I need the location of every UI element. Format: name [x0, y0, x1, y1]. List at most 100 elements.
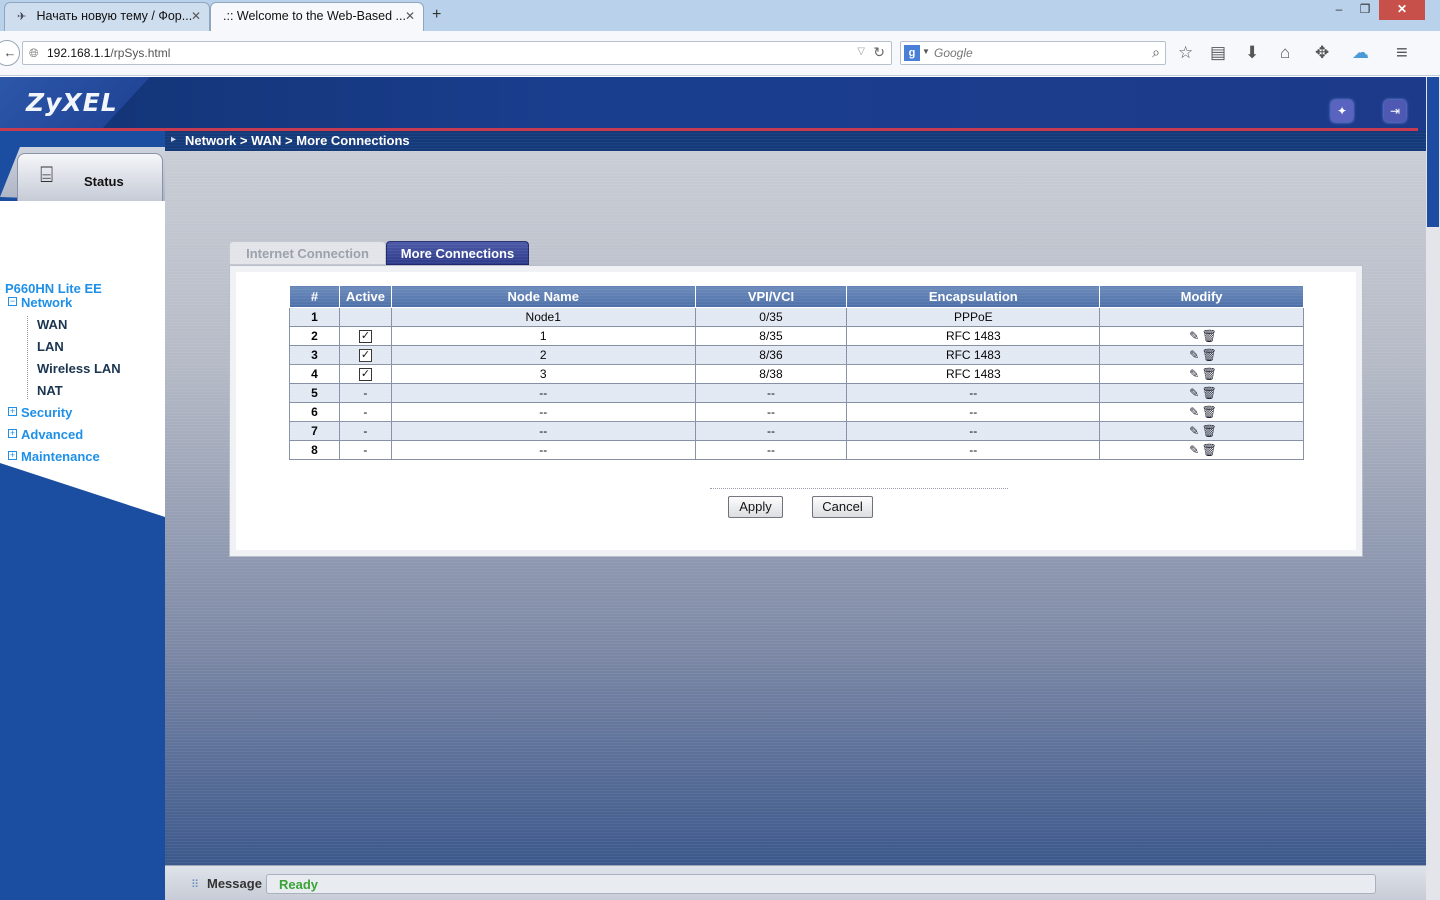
edit-icon[interactable]: ✎	[1187, 405, 1202, 419]
engine-dropdown-icon[interactable]: ▼	[922, 47, 930, 56]
node-name-cell: --	[390, 402, 696, 422]
sidebar-item-network[interactable]: Network	[21, 295, 72, 310]
table-row: 7- -- -- -- ✎ 🗑︎	[289, 421, 1304, 441]
search-input[interactable]: Google	[934, 46, 973, 60]
sidebar-item-wan[interactable]: WAN	[37, 317, 67, 332]
delete-icon[interactable]: 🗑︎	[1202, 367, 1217, 381]
delete-icon[interactable]: 🗑︎	[1202, 329, 1217, 343]
minimize-button[interactable]: –	[1325, 0, 1353, 20]
status-button[interactable]: ⌸ Status	[17, 153, 163, 203]
router-page: ZyXEL ✦ ⇥ ▸ Network > WAN > More Connect…	[0, 77, 1440, 900]
bookmarks-list-icon[interactable]: ▤	[1210, 43, 1226, 63]
encapsulation-cell: RFC 1483	[846, 364, 1101, 384]
browser-tab-bar: ✈ Начать новую тему / Фор... ✕ .:: Welco…	[0, 0, 1440, 31]
bookmark-star-icon[interactable]: ☆	[1178, 43, 1193, 63]
vpi-vci-cell: --	[694, 440, 848, 460]
active-cell	[338, 307, 392, 327]
modify-cell: ✎ 🗑︎	[1099, 383, 1304, 403]
search-icon[interactable]: ⌕	[1152, 44, 1160, 61]
edit-icon[interactable]: ✎	[1187, 443, 1202, 457]
home-icon[interactable]: ⌂	[1280, 43, 1290, 63]
row-number: 8	[289, 440, 340, 460]
address-bar[interactable]: 🌐︎ 192.168.1.1/rpSys.html ▽ ↻	[22, 41, 892, 65]
zyxel-logo: ZyXEL	[26, 88, 118, 117]
browser-tab-router[interactable]: .:: Welcome to the Web-Based ... ✕	[210, 2, 424, 31]
sidebar-item-lan[interactable]: LAN	[37, 339, 64, 354]
edit-icon[interactable]: ✎	[1187, 329, 1202, 343]
scrollbar-thumb[interactable]	[1427, 77, 1439, 227]
apply-button[interactable]: Apply	[728, 496, 783, 518]
close-tab-icon[interactable]: ✕	[405, 3, 415, 30]
active-checkbox[interactable]: ✓	[358, 368, 372, 382]
table-body: 1 Node1 0/35 PPPoE 2 ✓ 1 8/35 RFC 1483 ✎ 🗑︎ 3 ✓ 2 8/36…	[289, 307, 1304, 460]
globe-icon: 🌐︎	[29, 46, 39, 60]
delete-icon[interactable]: 🗑︎	[1202, 348, 1217, 362]
collapse-network-icon[interactable]: −	[8, 297, 17, 306]
back-button[interactable]: ←	[0, 40, 20, 66]
search-bar[interactable]: g ▼ Google ⌕	[900, 41, 1166, 65]
modify-cell: ✎ 🗑︎	[1099, 345, 1304, 365]
table-row: 2 ✓ 1 8/35 RFC 1483 ✎ 🗑︎	[289, 326, 1304, 346]
connections-table: # Active Node Name VPI/VCI Encapsulation…	[289, 285, 1304, 460]
edit-icon[interactable]: ✎	[1187, 424, 1202, 438]
vpi-vci-cell: 0/35	[694, 307, 848, 327]
encapsulation-cell: RFC 1483	[846, 345, 1101, 365]
url-text[interactable]: 192.168.1.1/rpSys.html	[47, 46, 170, 60]
sidebar-item-nat[interactable]: NAT	[37, 383, 63, 398]
vpi-vci-cell: 8/36	[694, 345, 848, 365]
edit-icon[interactable]: ✎	[1187, 348, 1202, 362]
edit-icon[interactable]: ✎	[1187, 367, 1202, 381]
tab-internet-connection[interactable]: Internet Connection	[229, 241, 386, 265]
sidebar-item-maintenance[interactable]: Maintenance	[21, 449, 100, 464]
cancel-button[interactable]: Cancel	[812, 496, 873, 518]
vpi-vci-cell: 8/35	[694, 326, 848, 346]
active-cell: -	[338, 402, 392, 422]
edit-icon[interactable]: ✎	[1187, 386, 1202, 400]
delete-icon[interactable]: 🗑︎	[1202, 386, 1217, 400]
content-area: Internet Connection More Connections # A…	[165, 151, 1426, 865]
delete-icon[interactable]: 🗑︎	[1202, 424, 1217, 438]
sidebar-item-security[interactable]: Security	[21, 405, 72, 420]
delete-icon[interactable]: 🗑︎	[1202, 443, 1217, 457]
sidebar: ⌸ Status P660HN Lite EE − Network WAN LA…	[0, 131, 165, 900]
new-tab-button[interactable]: +	[432, 6, 441, 24]
download-icon[interactable]: ⬇	[1245, 43, 1259, 63]
browser-toolbar: ← 🌐︎ 192.168.1.1/rpSys.html ▽ ↻ g ▼ Goog…	[0, 31, 1440, 76]
logout-icon[interactable]: ⇥	[1384, 100, 1406, 122]
reload-icon[interactable]: ↻	[873, 44, 885, 61]
close-tab-icon[interactable]: ✕	[191, 3, 201, 30]
active-cell: ✓	[338, 345, 392, 365]
encapsulation-cell: --	[846, 402, 1101, 422]
menu-icon[interactable]: ≡	[1396, 43, 1408, 63]
wizard-icon[interactable]: ✦	[1331, 100, 1353, 122]
node-name-cell: 3	[390, 364, 696, 384]
active-checkbox[interactable]: ✓	[358, 330, 372, 344]
encapsulation-cell: --	[846, 421, 1101, 441]
sidebar-item-advanced[interactable]: Advanced	[21, 427, 83, 442]
browser-tab-title: Начать новую тему / Фор...	[36, 9, 193, 23]
google-engine-icon[interactable]: g	[904, 45, 920, 61]
vpi-vci-cell: --	[694, 383, 848, 403]
table-row: 6- -- -- -- ✎ 🗑︎	[289, 402, 1304, 422]
message-bar: ⠿ Message Ready	[165, 865, 1426, 900]
delete-icon[interactable]: 🗑︎	[1202, 405, 1217, 419]
row-number: 7	[289, 421, 340, 441]
sidebar-item-wireless-lan[interactable]: Wireless LAN	[37, 361, 121, 376]
tab-more-connections[interactable]: More Connections	[386, 241, 529, 265]
browser-tab-forum[interactable]: ✈ Начать новую тему / Фор... ✕	[4, 2, 210, 31]
connections-panel: # Active Node Name VPI/VCI Encapsulation…	[229, 265, 1363, 557]
active-cell: -	[338, 421, 392, 441]
expand-security-icon[interactable]: +	[8, 407, 17, 416]
scrollbar[interactable]	[1426, 77, 1440, 900]
sync-cloud-icon[interactable]: ☁	[1352, 43, 1369, 63]
message-label: Message	[207, 876, 262, 891]
table-row: 3 ✓ 2 8/36 RFC 1483 ✎ 🗑︎	[289, 345, 1304, 365]
expand-maintenance-icon[interactable]: +	[8, 451, 17, 460]
history-dropdown-icon[interactable]: ▽	[857, 46, 865, 57]
window-close-button[interactable]: ✕	[1379, 0, 1425, 20]
restore-button[interactable]: ❐	[1351, 0, 1379, 20]
share-icon[interactable]: ✥	[1315, 43, 1329, 63]
expand-advanced-icon[interactable]: +	[8, 429, 17, 438]
active-checkbox[interactable]: ✓	[358, 349, 372, 363]
separator	[710, 488, 1008, 489]
